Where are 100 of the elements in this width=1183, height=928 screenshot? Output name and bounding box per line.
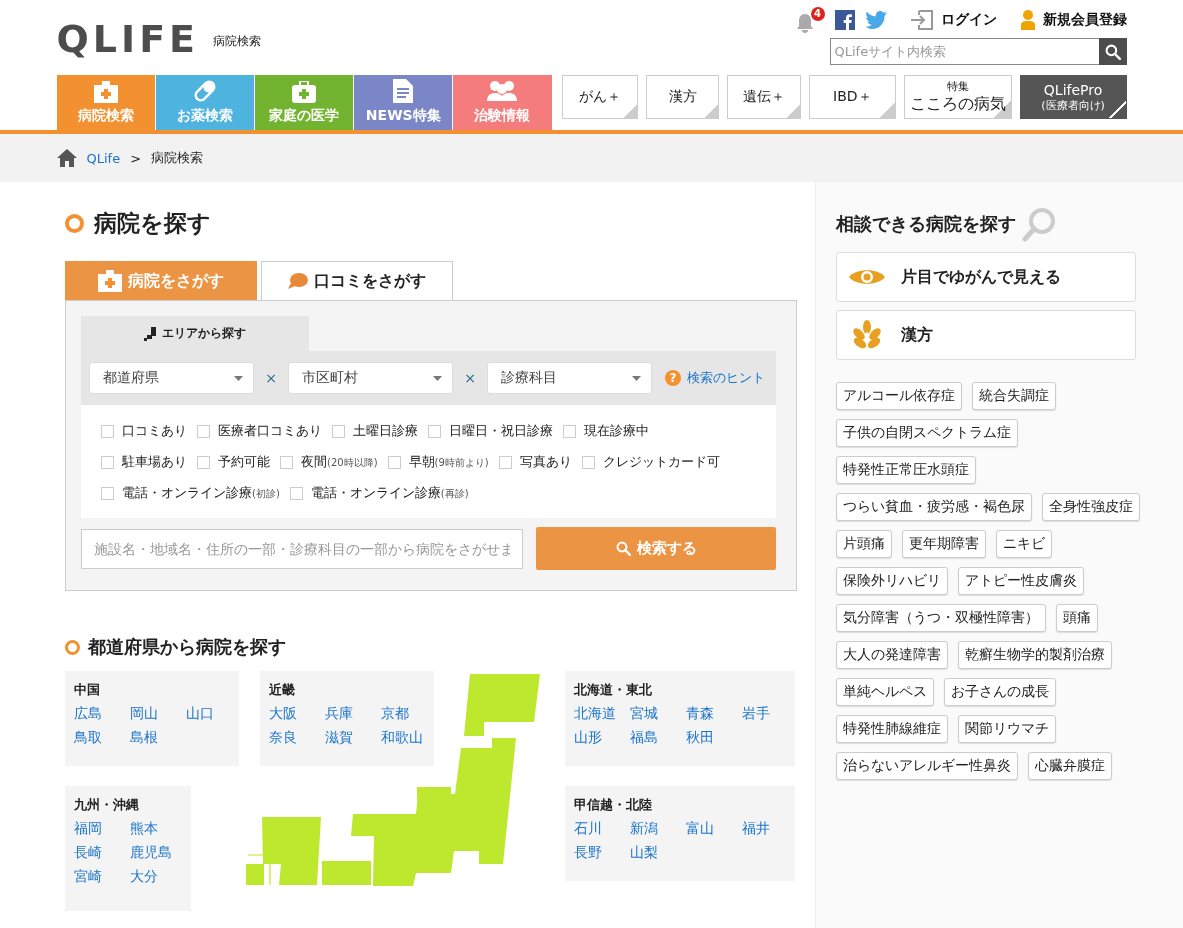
prefecture-link[interactable]: 奈良 (269, 729, 325, 747)
prefecture-link[interactable]: 鹿児島 (130, 844, 186, 862)
condition-tag[interactable]: 特発性肺線維症 (836, 715, 948, 743)
filter-checkbox[interactable]: 電話・オンライン診療(初診) (101, 484, 280, 502)
prefecture-link[interactable]: 青森 (686, 705, 742, 723)
consult-card[interactable]: 漢方 (836, 310, 1136, 360)
condition-tag[interactable]: 単純ヘルペス (836, 678, 934, 706)
select-dropdown[interactable]: 都道府県 (89, 362, 254, 394)
prefecture-link[interactable]: 石川 (574, 820, 630, 838)
register-link[interactable]: 新規会員登録 (1020, 10, 1127, 30)
nav-tab[interactable]: 遺伝＋ (726, 75, 801, 119)
prefecture-link[interactable]: 福井 (742, 820, 798, 838)
filter-checkbox[interactable]: 写真あり (498, 453, 572, 471)
site-search-field[interactable]: QLifeサイト内検索 (829, 38, 1099, 65)
prefecture-link[interactable]: 岡山 (130, 705, 186, 723)
prefecture-link[interactable]: 山梨 (630, 844, 686, 862)
keyword-field[interactable]: 施設名・地域名・住所の一部・診療科目の一部から病院をさがせま (81, 528, 523, 569)
condition-tag[interactable]: 心臓弁膜症 (1028, 752, 1112, 780)
condition-tag[interactable]: アルコール依存症 (836, 382, 962, 410)
checkbox[interactable] (101, 455, 114, 469)
filter-checkbox[interactable]: クレジットカード可 (581, 453, 720, 471)
checkbox[interactable] (197, 455, 210, 469)
facebook-icon[interactable] (834, 10, 855, 30)
filter-checkbox[interactable]: 口コミあり (101, 422, 187, 440)
prefecture-link[interactable]: 福岡 (74, 820, 130, 838)
prefecture-link[interactable]: 富山 (686, 820, 742, 838)
checkbox[interactable] (563, 424, 576, 438)
prefecture-link[interactable]: 山口 (186, 705, 242, 723)
condition-tag[interactable]: 関節リウマチ (958, 715, 1056, 743)
bird-icon[interactable] (864, 11, 887, 29)
condition-tag[interactable]: アトピー性皮膚炎 (958, 567, 1084, 595)
checkbox[interactable] (428, 424, 441, 438)
condition-tag[interactable]: 更年期障害 (902, 530, 986, 558)
prefecture-link[interactable]: 新潟 (630, 820, 686, 838)
breadcrumb-link[interactable]: QLife (86, 150, 121, 166)
condition-tag[interactable]: ニキビ (996, 530, 1052, 558)
filter-checkbox[interactable]: 予約可能 (197, 453, 270, 471)
filter-checkbox[interactable]: 医療者口コミあり (197, 422, 322, 440)
filter-checkbox[interactable]: 土曜日診療 (332, 422, 418, 440)
select-dropdown[interactable]: 市区町村 (288, 362, 453, 394)
prefecture-link[interactable]: 長野 (574, 844, 630, 862)
checkbox[interactable] (332, 424, 345, 438)
checkbox[interactable] (101, 424, 114, 438)
consult-card[interactable]: 片目でゆがんで見える (836, 252, 1136, 302)
condition-tag[interactable]: 統合失調症 (972, 382, 1056, 410)
area-tab[interactable]: エリアから探す (81, 316, 309, 351)
filter-checkbox[interactable]: 駐車場あり (101, 453, 187, 471)
login-link[interactable]: ログイン (910, 10, 997, 30)
condition-tag[interactable]: つらい貧血・疲労感・褐色尿 (836, 493, 1032, 521)
prefecture-link[interactable]: 北海道 (574, 705, 630, 723)
prefecture-link[interactable]: 兵庫 (325, 705, 381, 723)
prefecture-link[interactable]: 京都 (381, 705, 437, 723)
condition-tag[interactable]: 特発性正常圧水頭症 (836, 456, 976, 484)
search-tab[interactable]: 口コミをさがす (261, 261, 453, 300)
condition-tag[interactable]: 子供の自閉スペクトラム症 (836, 419, 1018, 447)
prefecture-link[interactable]: 島根 (130, 729, 186, 747)
condition-tag[interactable]: 治らないアレルギー性鼻炎 (836, 752, 1018, 780)
prefecture-link[interactable]: 和歌山 (381, 729, 437, 747)
prefecture-link[interactable]: 岩手 (742, 705, 798, 723)
prefecture-link[interactable]: 長崎 (74, 844, 130, 862)
hint-link[interactable]: ? 検索のヒント (665, 369, 765, 387)
nav-tab[interactable]: IBD＋ (808, 75, 896, 119)
filter-checkbox[interactable]: 現在診療中 (563, 422, 649, 440)
checkbox[interactable] (280, 455, 293, 469)
checkbox[interactable] (498, 455, 512, 469)
prefecture-link[interactable]: 宮城 (630, 705, 686, 723)
checkbox[interactable] (289, 486, 303, 500)
filter-checkbox[interactable]: 早朝(9時前より) (387, 453, 489, 471)
condition-tag[interactable]: 大人の発達障害 (836, 641, 948, 669)
prefecture-link[interactable]: 山形 (574, 729, 630, 747)
prefecture-link[interactable]: 広島 (74, 705, 130, 723)
nav-tab[interactable]: がん＋ (562, 75, 639, 119)
prefecture-link[interactable]: 大分 (130, 868, 186, 886)
condition-tag[interactable]: 全身性強皮症 (1042, 493, 1140, 521)
checkbox[interactable] (101, 486, 114, 500)
condition-tag[interactable]: 片頭痛 (836, 530, 892, 558)
filter-checkbox[interactable]: 日曜日・祝日診療 (428, 422, 553, 440)
prefecture-link[interactable]: 大阪 (269, 705, 325, 723)
condition-tag[interactable]: お子さんの成長 (944, 678, 1056, 706)
prefecture-link[interactable]: 福島 (630, 729, 686, 747)
checkbox[interactable] (581, 455, 595, 469)
checkbox[interactable] (197, 424, 210, 438)
condition-tag[interactable]: 気分障害（うつ・双極性障害） (836, 604, 1046, 632)
notification-bell[interactable]: 4 (794, 7, 825, 33)
logo[interactable]: QLIFE (56, 16, 200, 61)
prefecture-link[interactable]: 鳥取 (74, 729, 130, 747)
nav-tab[interactable]: 特集 こころの病気 (903, 75, 1012, 119)
nav-tab[interactable]: 漢方 (646, 75, 719, 119)
condition-tag[interactable]: 頭痛 (1056, 604, 1098, 632)
checkbox[interactable] (387, 455, 401, 469)
filter-checkbox[interactable]: 電話・オンライン診療(再診) (289, 484, 469, 502)
select-dropdown[interactable]: 診療科目 (487, 362, 652, 394)
prefecture-link[interactable]: 秋田 (686, 729, 742, 747)
condition-tag[interactable]: 乾癬生物学的製剤治療 (958, 641, 1112, 669)
home-icon[interactable] (56, 149, 77, 167)
nav-tab[interactable]: QLifePro (医療者向け) (1019, 75, 1127, 119)
prefecture-link[interactable]: 熊本 (130, 820, 186, 838)
search-button[interactable] (1098, 38, 1127, 65)
prefecture-link[interactable]: 宮崎 (74, 868, 130, 886)
filter-checkbox[interactable]: 夜間(20時以降) (280, 453, 378, 471)
